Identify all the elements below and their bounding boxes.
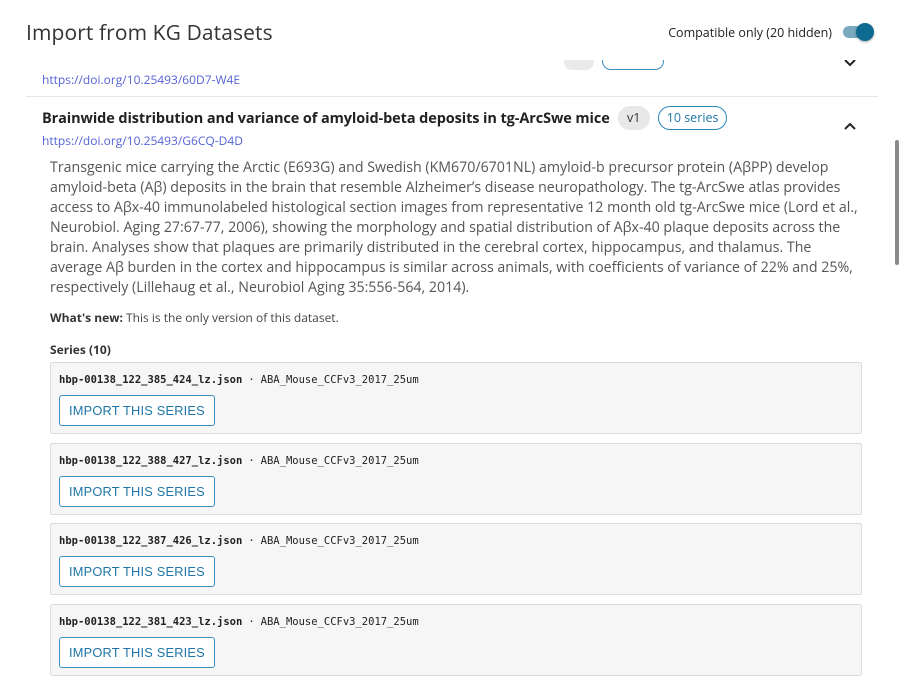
series-info: hbp-00138_122_388_427_lz.json · ABA_Mouse_… [59, 455, 419, 467]
series-card: hbp-00138_122_387_426_lz.json · ABA_Mouse_… [50, 523, 862, 595]
whats-new-text: This is the only version of this dataset… [126, 309, 339, 326]
series-atlas: ABA_Mouse_CCFv3_2017_25um [260, 374, 419, 386]
series-info: hbp-00138_122_387_426_lz.json · ABA_Mouse_… [59, 535, 419, 547]
series-separator: · [248, 535, 255, 547]
import-series-button[interactable]: IMPORT THIS SERIES [59, 637, 215, 668]
compatible-only-toggle[interactable] [842, 23, 874, 41]
series-card: hbp-00138_122_385_424_lz.json · ABA_Mouse_… [50, 362, 862, 434]
series-atlas: ABA_Mouse_CCFv3_2017_25um [260, 455, 419, 467]
series-info: hbp-00138_122_385_424_lz.json · ABA_Mouse_… [59, 374, 419, 386]
chevron-up-icon[interactable] [842, 120, 858, 132]
series-separator: · [248, 374, 255, 386]
series-filename: hbp-00138_122_388_427_lz.json [59, 455, 243, 467]
dataset-doi-link[interactable]: https://doi.org/10.25493/60D7-W4E [42, 71, 240, 88]
series-card: hbp-00138_122_388_427_lz.json · ABA_Mouse_… [50, 443, 862, 515]
dataset-list[interactable]: https://doi.org/10.25493/60D7-W4E Brainw… [0, 0, 902, 685]
import-series-button[interactable]: IMPORT THIS SERIES [59, 395, 215, 426]
import-series-button[interactable]: IMPORT THIS SERIES [59, 476, 215, 507]
version-chip: v1 [617, 106, 650, 130]
dataset-title-row: Brainwide distribution and variance of a… [42, 106, 728, 130]
series-count-chip: 10 series [657, 106, 728, 130]
series-atlas: ABA_Mouse_CCFv3_2017_25um [260, 616, 419, 628]
series-separator: · [248, 455, 255, 467]
compatible-toggle-group: Compatible only (20 hidden) [668, 23, 874, 41]
series-card: hbp-00138_122_381_423_lz.json · ABA_Mouse_… [50, 604, 862, 676]
series-filename: hbp-00138_122_381_423_lz.json [59, 616, 243, 628]
compatible-toggle-label: Compatible only (20 hidden) [668, 23, 832, 41]
whats-new: What's new: This is the only version of … [50, 309, 339, 326]
series-separator: · [248, 616, 255, 628]
dialog-header: Import from KG Datasets Compatible only … [0, 0, 902, 60]
series-info: hbp-00138_122_381_423_lz.json · ABA_Mouse_… [59, 616, 419, 628]
dataset-title: Brainwide distribution and variance of a… [42, 108, 610, 128]
toggle-knob [856, 23, 874, 41]
import-series-button[interactable]: IMPORT THIS SERIES [59, 556, 215, 587]
whats-new-label: What's new: [50, 309, 123, 326]
dataset-description: Transgenic mice carrying the Arctic (E69… [50, 158, 858, 297]
series-filename: hbp-00138_122_385_424_lz.json [59, 374, 243, 386]
dataset-doi-link[interactable]: https://doi.org/10.25493/G6CQ-D4D [42, 132, 243, 149]
dialog-title: Import from KG Datasets [26, 19, 273, 47]
series-heading: Series (10) [50, 341, 111, 358]
series-atlas: ABA_Mouse_CCFv3_2017_25um [260, 535, 419, 547]
scrollbar-thumb[interactable] [895, 140, 899, 265]
dataset-item-expanded: Brainwide distribution and variance of a… [26, 98, 878, 685]
series-filename: hbp-00138_122_387_426_lz.json [59, 535, 243, 547]
